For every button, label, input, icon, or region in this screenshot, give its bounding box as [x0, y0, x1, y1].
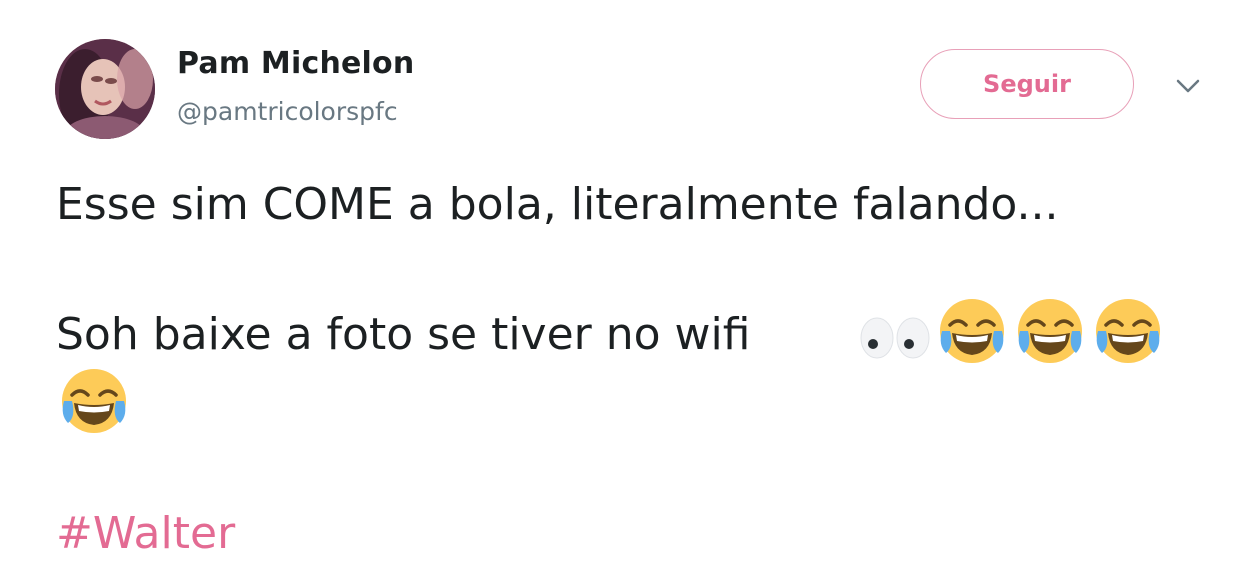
tweet-text-line-1: Esse sim COME a bola, literalmente falan… [56, 179, 1059, 230]
author-name[interactable]: Pam Michelon [177, 46, 414, 81]
emoji-row-2 [58, 365, 130, 437]
follow-button[interactable]: Seguir [920, 49, 1134, 119]
tears-of-joy-emoji [62, 369, 126, 433]
hashtag-link[interactable]: #Walter [56, 512, 235, 556]
tears-of-joy-emoji [1018, 299, 1082, 363]
avatar[interactable] [55, 39, 155, 139]
tweet-text-line-2: Soh baixe a foto se tiver no wifi [56, 309, 751, 360]
tweet-card: Pam Michelon @pamtricolorspfc Seguir Ess… [0, 0, 1246, 575]
tears-of-joy-emoji [1096, 299, 1160, 363]
eyes-emoji [858, 316, 932, 360]
tears-of-joy-emoji [940, 299, 1004, 363]
emoji-row-1 [936, 295, 1164, 367]
author-handle[interactable]: @pamtricolorspfc [177, 97, 398, 126]
chevron-down-icon[interactable] [1174, 75, 1202, 97]
